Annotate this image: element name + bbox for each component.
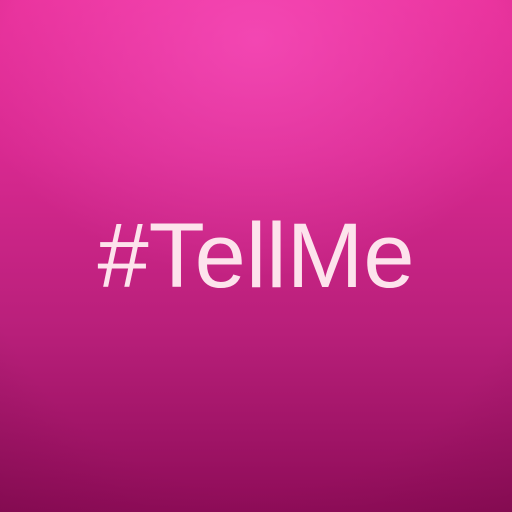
app-title: #TellMe <box>97 205 415 307</box>
